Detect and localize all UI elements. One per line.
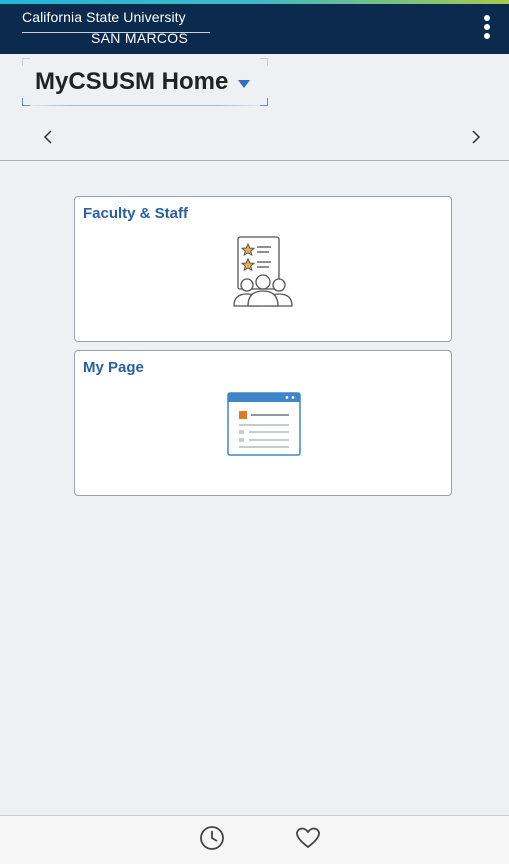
- chevron-right-icon[interactable]: [464, 125, 488, 149]
- tile-faculty-staff[interactable]: Faculty & Staff: [74, 196, 452, 342]
- logo-line-2: SAN MARCOS: [91, 30, 189, 46]
- chevron-left-icon[interactable]: [36, 125, 60, 149]
- homepage-selector[interactable]: MyCSUSM Home: [22, 58, 268, 106]
- tile-title: Faculty & Staff: [83, 205, 189, 222]
- caret-down-icon: [238, 80, 251, 88]
- tile-my-page[interactable]: My Page: [74, 350, 452, 496]
- tile-title: My Page: [83, 359, 144, 376]
- logo-rule: [22, 32, 210, 33]
- header-divider: [0, 160, 509, 161]
- logo-line-1: California State University: [22, 9, 186, 25]
- clock-icon[interactable]: [198, 824, 226, 852]
- top-banner: California State University SAN MARCOS: [0, 0, 509, 54]
- my-page-icon: [227, 392, 301, 456]
- bottom-navigation: [0, 815, 509, 864]
- heart-icon[interactable]: [294, 824, 322, 852]
- faculty-staff-icon: [233, 236, 293, 307]
- homepage-title: MyCSUSM Home: [35, 68, 229, 95]
- university-logo[interactable]: California State University SAN MARCOS: [22, 9, 210, 46]
- banner-accent-stripe: [0, 0, 509, 4]
- kebab-vertical-icon[interactable]: [482, 15, 492, 41]
